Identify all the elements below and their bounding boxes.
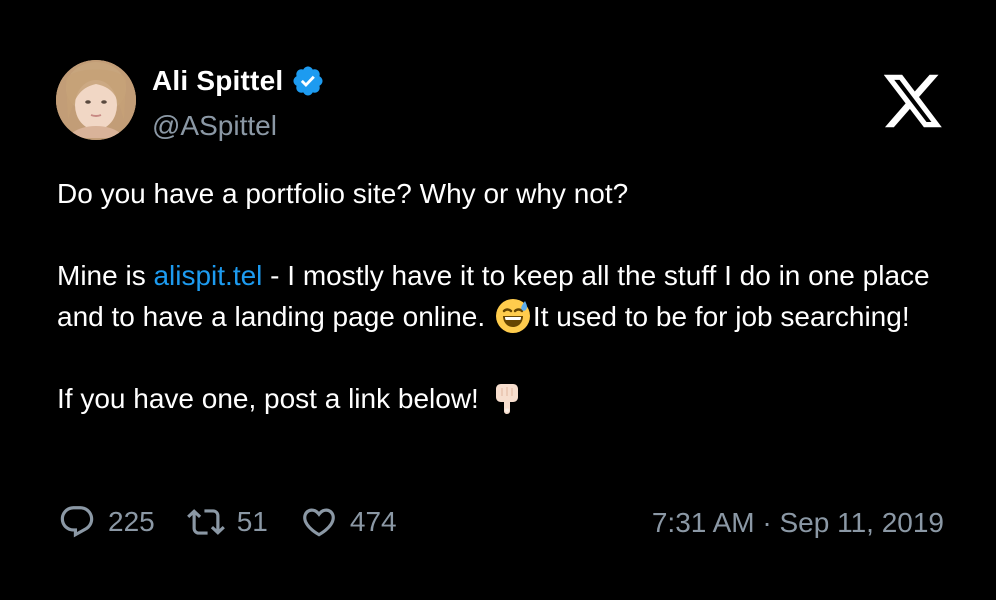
tweet-timestamp[interactable]: 7:31 AM · Sep 11, 2019	[652, 507, 944, 539]
tweet-link[interactable]: alispit.tel	[153, 260, 262, 291]
retweet-button[interactable]: 51	[186, 503, 268, 541]
retweet-icon	[186, 509, 225, 535]
author-name-row: Ali Spittel	[152, 64, 325, 98]
tweet-cta-text: If you have one, post a link below!	[57, 383, 487, 414]
tweet-actions: 225 51 474	[58, 503, 429, 541]
reply-count: 225	[108, 506, 155, 537]
verified-badge-icon	[293, 66, 323, 96]
tweet-line-call-to-action: If you have one, post a link below!	[57, 378, 957, 419]
retweet-count: 51	[236, 506, 268, 537]
tweet-paragraph-portfolio: Mine is alispit.tel - I mostly have it t…	[57, 255, 957, 337]
tweet-text-suffix: It used to be for job searching!	[532, 301, 910, 332]
tweet-text-prefix: Mine is	[57, 260, 154, 291]
author-handle[interactable]: @ASpittel	[152, 110, 277, 142]
like-button[interactable]: 474	[300, 503, 397, 541]
tweet-text: Do you have a portfolio site? Why or why…	[57, 173, 957, 419]
reply-button[interactable]: 225	[58, 503, 155, 541]
avatar[interactable]	[56, 60, 136, 140]
like-icon	[303, 508, 335, 537]
reply-icon	[60, 506, 94, 538]
tweet-line-question: Do you have a portfolio site? Why or why…	[57, 178, 629, 209]
tweet-card: Ali Spittel @ASpittel Do you have a port…	[0, 0, 996, 600]
x-logo-icon[interactable]	[884, 74, 942, 128]
like-count: 474	[349, 506, 397, 537]
author-name[interactable]: Ali Spittel	[152, 65, 283, 97]
grinning-face-with-sweat-emoji	[495, 299, 530, 333]
backhand-index-pointing-down-emoji	[495, 384, 518, 414]
avatar-image	[56, 60, 136, 140]
